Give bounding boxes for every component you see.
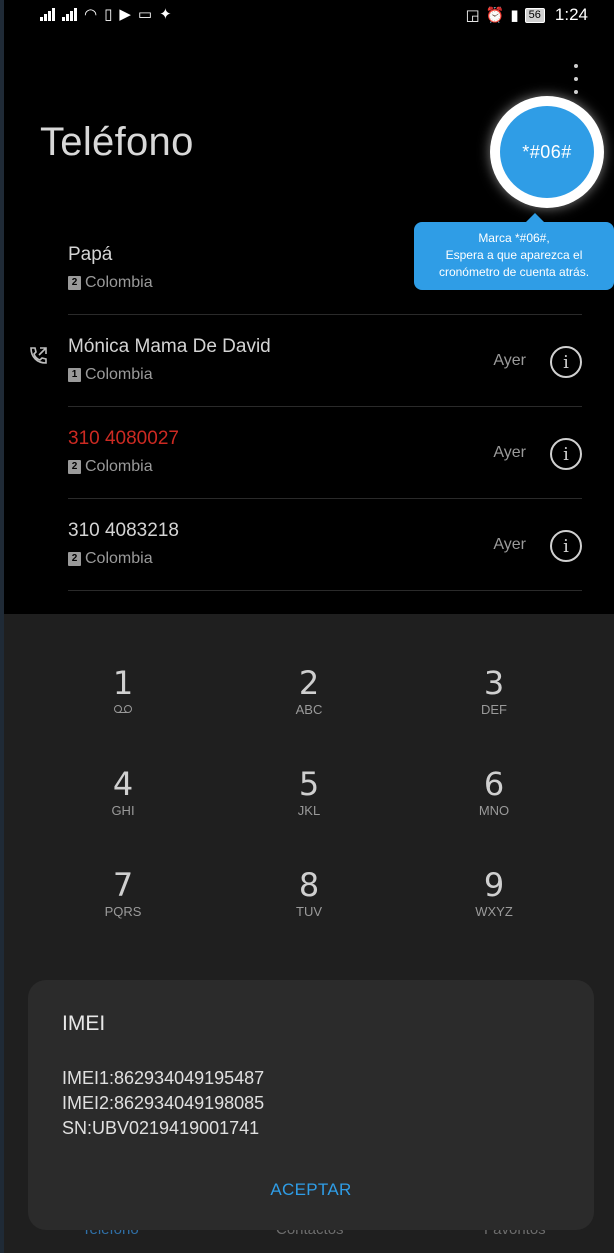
wifi-icon: ◠: [84, 5, 98, 23]
call-location: 2 Colombia: [68, 458, 153, 476]
call-location: 2 Colombia: [68, 274, 153, 292]
dial-key-9[interactable]: 9 WXYZ: [394, 816, 594, 919]
sim-icon: 2: [68, 460, 81, 474]
alarm-icon: ⏰: [485, 6, 505, 24]
status-right: ◲ ⏰ ▮ 56 1:24: [466, 5, 588, 25]
key-letters: WXYZ: [475, 904, 513, 919]
vibrate-icon: ▮: [510, 6, 519, 24]
battery-icon: 56: [524, 7, 545, 23]
dial-key-3[interactable]: 3 DEF: [394, 614, 594, 717]
imei-dialog: IMEI IMEI1:862934049195487 IMEI2:8629340…: [28, 980, 594, 1230]
call-time: Ayer: [493, 536, 526, 553]
call-location: 1 Colombia: [68, 366, 153, 384]
key-digit: 2: [298, 664, 320, 702]
info-icon[interactable]: i: [550, 438, 582, 470]
phone-screen: ◠ ▯ ▶ ▭ ✦ ◲ ⏰ ▮ 56 1:24 Teléfono *#06# M…: [4, 0, 614, 1253]
location-label: Colombia: [85, 274, 153, 291]
key-digit: 4: [112, 765, 134, 803]
divider: [68, 590, 582, 591]
dial-key-5[interactable]: 5 JKL: [209, 715, 409, 818]
key-digit: 5: [298, 765, 320, 803]
voicemail-icon: [114, 705, 132, 713]
location-label: Colombia: [85, 366, 153, 383]
signal-sim1-icon: [40, 7, 55, 21]
dial-key-7[interactable]: 7 PQRS: [23, 816, 223, 919]
more-options-icon[interactable]: [570, 64, 582, 94]
info-icon[interactable]: i: [550, 530, 582, 562]
dial-key-8[interactable]: 8 TUV: [209, 816, 409, 919]
sim-icon: 2: [68, 276, 81, 290]
call-log-row[interactable]: 310 4080027 2 Colombia Ayer i: [4, 406, 614, 498]
status-left: ◠ ▯ ▶ ▭ ✦: [40, 5, 172, 23]
serial-number-value: SN:UBV0219419001741: [62, 1118, 260, 1138]
imei2-value: IMEI2:862934049198085: [62, 1093, 265, 1113]
signal-sim2-icon: [62, 7, 77, 21]
key-digit: 9: [483, 866, 505, 904]
dial-key-4[interactable]: 4 GHI: [23, 715, 223, 818]
call-log-row[interactable]: Mónica Mama De David 1 Colombia Ayer i: [4, 314, 614, 406]
key-digit: 1: [112, 664, 134, 702]
call-time: Ayer: [493, 352, 526, 369]
notification-icon: ✦: [159, 5, 172, 23]
clock: 1:24: [554, 5, 588, 24]
sim-icon: 2: [68, 552, 81, 566]
dialog-title: IMEI: [62, 1012, 106, 1035]
contact-name: Papá: [68, 244, 113, 265]
page-title: Teléfono: [40, 120, 194, 164]
key-digit: 8: [298, 866, 320, 904]
call-log-row[interactable]: 310 4083218 2 Colombia Ayer i: [4, 498, 614, 590]
call-log-row[interactable]: Papá 2 Colombia: [4, 222, 614, 314]
contact-name: 310 4080027: [68, 428, 179, 449]
monitor-icon: ▭: [137, 5, 153, 23]
location-label: Colombia: [85, 458, 153, 475]
key-letters: TUV: [296, 904, 322, 919]
outgoing-call-icon: [30, 347, 47, 364]
call-location: 2 Colombia: [68, 550, 153, 568]
status-bar: ◠ ▯ ▶ ▭ ✦ ◲ ⏰ ▮ 56 1:24: [4, 0, 614, 32]
contact-name: 310 4083218: [68, 520, 179, 541]
dial-code-button[interactable]: *#06#: [500, 106, 594, 198]
video-icon: ▶: [119, 5, 131, 23]
call-time: Ayer: [493, 444, 526, 461]
imei1-value: IMEI1:862934049195487: [62, 1068, 265, 1088]
key-digit: 6: [483, 765, 505, 803]
key-letters: PQRS: [104, 904, 142, 919]
cast-icon: ◲: [465, 6, 480, 24]
info-icon[interactable]: i: [550, 346, 582, 378]
highlight-ring: *#06#: [490, 96, 604, 208]
dial-key-1[interactable]: 1: [23, 614, 223, 714]
sd-card-icon: ▯: [104, 5, 113, 23]
dial-key-6[interactable]: 6 MNO: [394, 715, 594, 818]
contact-name: Mónica Mama De David: [68, 336, 271, 357]
key-digit: 7: [112, 866, 134, 904]
sim-icon: 1: [68, 368, 81, 382]
imei-details: IMEI1:862934049195487 IMEI2:862934049198…: [62, 1066, 264, 1141]
accept-button[interactable]: ACEPTAR: [28, 1180, 594, 1200]
dial-key-2[interactable]: 2 ABC: [209, 614, 409, 717]
location-label: Colombia: [85, 550, 153, 567]
key-digit: 3: [483, 664, 505, 702]
